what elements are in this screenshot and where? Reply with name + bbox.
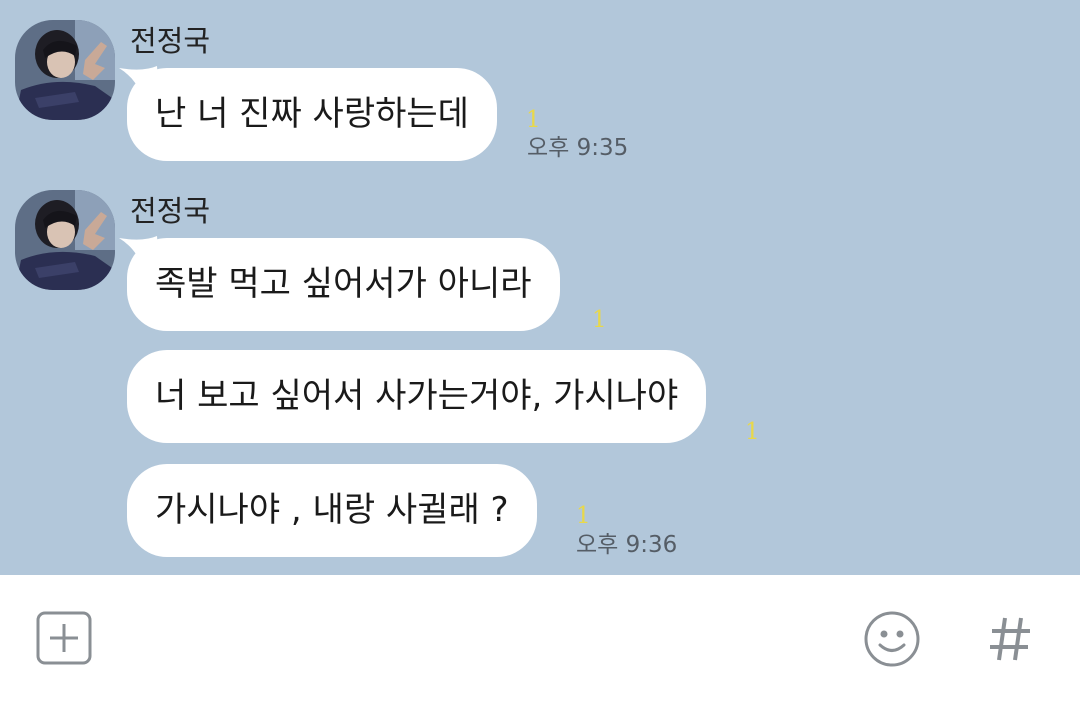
chat-area: 전정국 난 너 진짜 사랑하는데 1 오후 9:35 전정국 족발 먹고 싶어서… <box>0 0 1080 575</box>
input-bar <box>0 575 1080 701</box>
unread-count: 1 <box>592 307 607 333</box>
avatar[interactable] <box>15 190 115 290</box>
message-time: 오후 9:35 <box>527 135 629 161</box>
message-bubble[interactable]: 족발 먹고 싶어서가 아니라 <box>127 238 560 331</box>
message-bubble[interactable]: 너 보고 싶어서 사가는거야, 가시나야 <box>127 350 707 443</box>
smiley-icon[interactable] <box>863 610 921 668</box>
message-bubble[interactable]: 난 너 진짜 사랑하는데 <box>127 68 497 161</box>
unread-count: 1 <box>745 419 760 445</box>
hash-icon[interactable] <box>988 615 1032 663</box>
unread-count: 1 <box>576 503 591 529</box>
avatar[interactable] <box>15 20 115 120</box>
message-bubble[interactable]: 가시나야 , 내랑 사귈래 ? <box>127 464 537 557</box>
plus-square-icon[interactable] <box>36 611 92 665</box>
unread-count: 1 <box>526 107 541 133</box>
message-time: 오후 9:36 <box>576 532 678 558</box>
sender-name: 전정국 <box>130 194 211 228</box>
sender-name: 전정국 <box>130 24 211 58</box>
